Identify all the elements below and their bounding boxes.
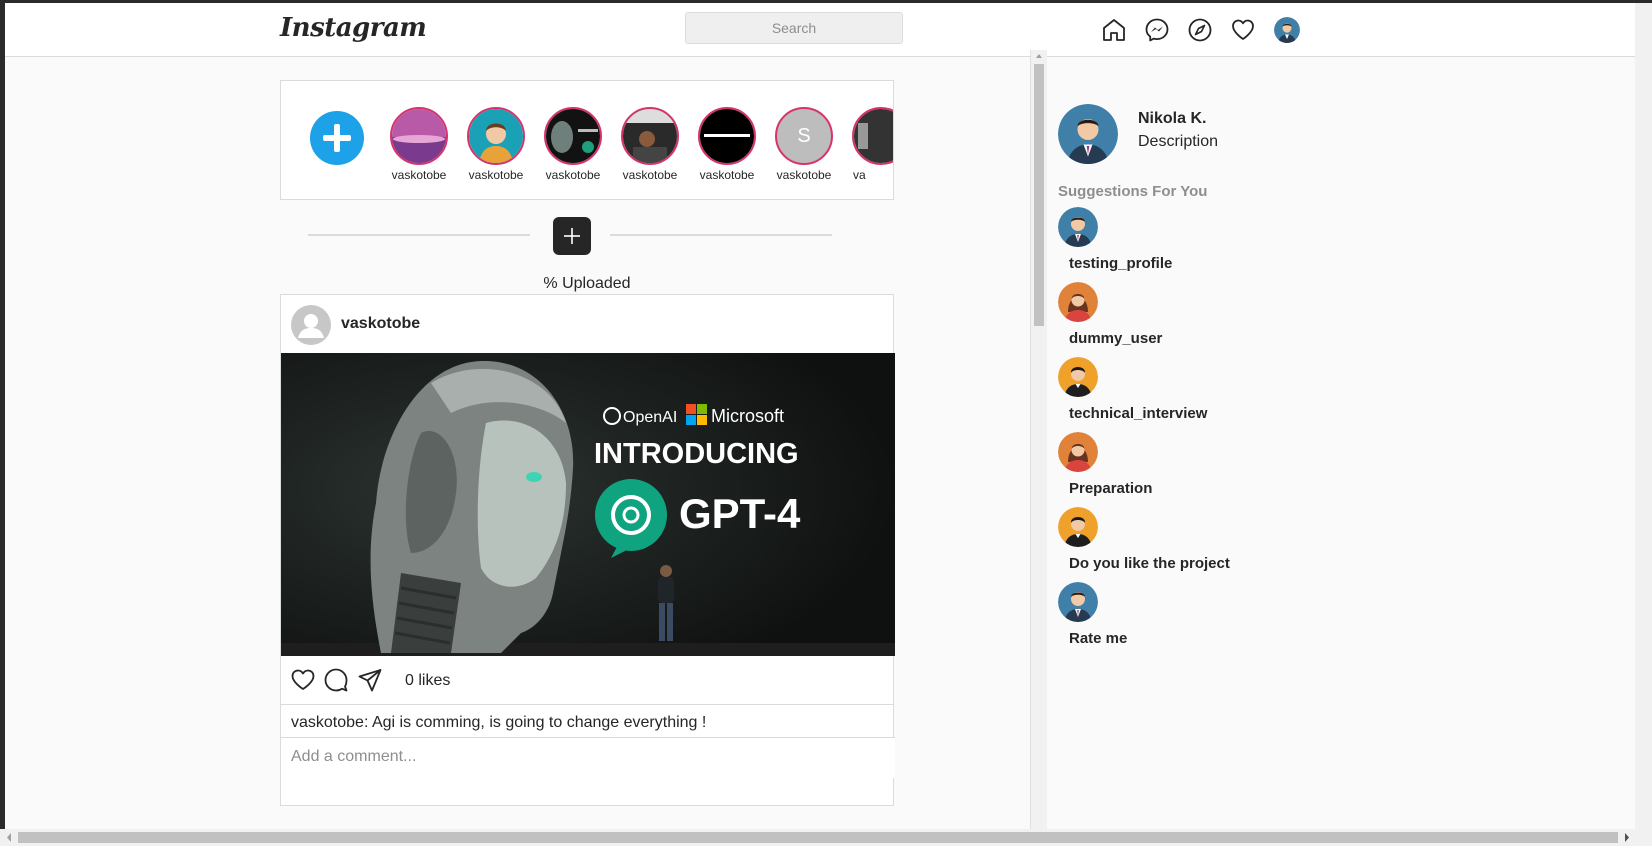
- female-avatar: [1058, 282, 1098, 322]
- scroll-right-arrow-icon[interactable]: [1620, 829, 1634, 846]
- suggestion-item[interactable]: Preparation: [1058, 432, 1358, 504]
- story-username: vaskotobe: [699, 168, 755, 182]
- story-username: vaskotobe: [545, 168, 601, 182]
- window-horizontal-scrollbar[interactable]: [0, 829, 1652, 846]
- profile-avatar[interactable]: [1274, 17, 1300, 43]
- story-item[interactable]: vaskotobe: [387, 107, 451, 182]
- male-suit-avatar: [1058, 582, 1098, 622]
- default-user-icon: [298, 314, 324, 338]
- explore-icon[interactable]: [1187, 17, 1213, 43]
- current-user-avatar[interactable]: [1058, 104, 1118, 164]
- search-input[interactable]: Search: [685, 12, 903, 44]
- story-thumbnail: [698, 107, 756, 165]
- post-actions: 0 likes: [281, 656, 893, 705]
- suggestion-item[interactable]: technical_interview: [1058, 357, 1358, 429]
- comment-input[interactable]: [291, 744, 881, 770]
- story-item[interactable]: S vaskotobe: [772, 107, 836, 182]
- suggestion-username[interactable]: technical_interview: [1069, 405, 1207, 422]
- brand-left-text: OpenAI: [623, 409, 677, 426]
- window-vertical-scrollbar[interactable]: [1635, 3, 1652, 829]
- suggestion-item[interactable]: dummy_user: [1058, 282, 1358, 354]
- suggestion-username[interactable]: Preparation: [1069, 480, 1152, 497]
- comment-box: [281, 737, 895, 778]
- story-item[interactable]: va: [849, 107, 893, 182]
- post-caption: vaskotobe: Agi is comming, is going to c…: [291, 714, 707, 731]
- story-thumbnail: [390, 107, 448, 165]
- male-dark-avatar: [1058, 507, 1098, 547]
- suggestions-title: Suggestions For You: [1058, 183, 1208, 200]
- feed-scrollbar[interactable]: [1030, 50, 1047, 829]
- product-text: GPT-4: [679, 490, 801, 537]
- app-window: Instagram Search vaskotobe vaskotobe vas…: [5, 3, 1635, 829]
- upload-status: % Uploaded: [543, 275, 631, 292]
- home-icon[interactable]: [1101, 17, 1127, 43]
- current-user-description: Description: [1138, 133, 1219, 150]
- story-thumbnail: [852, 107, 893, 165]
- top-navbar: Instagram Search: [5, 3, 1635, 57]
- story-thumbnail: S: [775, 107, 833, 165]
- story-username: vaskotobe: [468, 168, 524, 182]
- story-item[interactable]: vaskotobe: [464, 107, 528, 182]
- instagram-logo[interactable]: Instagram: [280, 13, 427, 43]
- post-image: OpenAI Microsoft INTRODUCING GPT-4: [281, 353, 895, 656]
- story-username: vaskotobe: [776, 168, 832, 182]
- current-user-name[interactable]: Nikola K.: [1138, 110, 1206, 128]
- post-username[interactable]: vaskotobe: [341, 315, 420, 333]
- male-dark-avatar: [1058, 357, 1098, 397]
- story-username: vaskotobe: [391, 168, 447, 182]
- like-heart-icon[interactable]: [290, 667, 316, 693]
- comment-icon[interactable]: [323, 667, 349, 693]
- messenger-icon[interactable]: [1144, 17, 1170, 43]
- story-item[interactable]: vaskotobe: [695, 107, 759, 182]
- male-suit-avatar: [1058, 207, 1098, 247]
- suggestion-username[interactable]: Rate me: [1069, 630, 1127, 647]
- headline-text: INTRODUCING: [594, 438, 799, 470]
- stories-bar: vaskotobe vaskotobe vaskotobe vaskotobe …: [280, 80, 894, 200]
- suggestion-item[interactable]: Rate me: [1058, 582, 1358, 654]
- scroll-left-arrow-icon[interactable]: [2, 829, 16, 846]
- story-username: vaskotobe: [622, 168, 678, 182]
- scroll-up-arrow-icon[interactable]: [1031, 50, 1047, 62]
- story-thumbnail: [544, 107, 602, 165]
- story-thumbnail: [467, 107, 525, 165]
- suggestion-item[interactable]: testing_profile: [1058, 207, 1358, 279]
- plus-icon: [564, 228, 580, 244]
- scrollbar-thumb[interactable]: [18, 832, 1618, 843]
- story-item[interactable]: vaskotobe: [618, 107, 682, 182]
- suggestion-item[interactable]: Do you like the project: [1058, 507, 1358, 579]
- post-avatar[interactable]: [291, 305, 331, 345]
- brand-right-text: Microsoft: [711, 406, 784, 426]
- add-story-button[interactable]: [310, 111, 364, 165]
- divider: [308, 234, 530, 236]
- likes-count: 0 likes: [405, 672, 451, 689]
- scrollbar-thumb[interactable]: [1034, 64, 1044, 326]
- plus-icon: [323, 124, 351, 152]
- post-card: vaskotobe OpenAI Microsoft INTRODUCING G…: [280, 294, 895, 806]
- story-thumbnail: [621, 107, 679, 165]
- story-item[interactable]: vaskotobe: [541, 107, 605, 182]
- suggestion-username[interactable]: Do you like the project: [1069, 555, 1230, 572]
- upload-button[interactable]: [553, 217, 591, 255]
- story-initial: S: [797, 125, 811, 147]
- suggestion-username[interactable]: testing_profile: [1069, 255, 1172, 272]
- female-avatar: [1058, 432, 1098, 472]
- post-header: vaskotobe: [281, 295, 893, 354]
- suggestion-username[interactable]: dummy_user: [1069, 330, 1162, 347]
- divider: [610, 234, 832, 236]
- heart-icon[interactable]: [1230, 17, 1256, 43]
- share-icon[interactable]: [357, 667, 383, 693]
- story-username: va: [853, 168, 866, 182]
